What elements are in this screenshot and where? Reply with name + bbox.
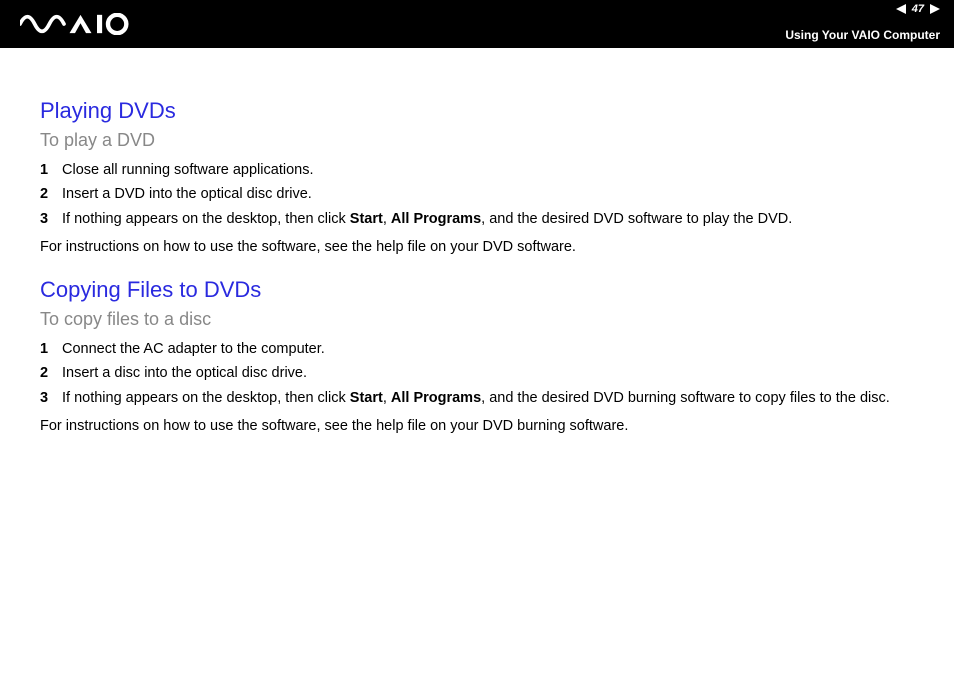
step-number: 2: [40, 362, 62, 384]
step-item: 2 Insert a DVD into the optical disc dri…: [40, 183, 914, 205]
step-number: 1: [40, 338, 62, 360]
prev-page-arrow-icon[interactable]: [896, 4, 906, 14]
vaio-logo: [20, 13, 130, 35]
step-item: 2 Insert a disc into the optical disc dr…: [40, 362, 914, 384]
step-number: 3: [40, 208, 62, 230]
step-text: Insert a DVD into the optical disc drive…: [62, 183, 914, 205]
page-nav: 47: [896, 3, 940, 15]
section-title: Playing DVDs: [40, 98, 914, 124]
step-item: 3 If nothing appears on the desktop, the…: [40, 387, 914, 409]
section-note: For instructions on how to use the softw…: [40, 415, 914, 437]
step-number: 1: [40, 159, 62, 181]
page-content: Playing DVDs To play a DVD 1 Close all r…: [0, 48, 954, 438]
header-bar: 47 Using Your VAIO Computer: [0, 0, 954, 48]
section-subtitle: To copy files to a disc: [40, 309, 914, 330]
step-text: Close all running software applications.: [62, 159, 914, 181]
section-note: For instructions on how to use the softw…: [40, 236, 914, 258]
header-subtitle: Using Your VAIO Computer: [785, 28, 940, 42]
step-number: 3: [40, 387, 62, 409]
step-text: Insert a disc into the optical disc driv…: [62, 362, 914, 384]
step-text: If nothing appears on the desktop, then …: [62, 387, 914, 409]
section-title: Copying Files to DVDs: [40, 277, 914, 303]
section-subtitle: To play a DVD: [40, 130, 914, 151]
page-number: 47: [910, 3, 926, 15]
step-item: 1 Connect the AC adapter to the computer…: [40, 338, 914, 360]
step-list: 1 Connect the AC adapter to the computer…: [40, 338, 914, 409]
step-item: 1 Close all running software application…: [40, 159, 914, 181]
step-list: 1 Close all running software application…: [40, 159, 914, 230]
step-text: If nothing appears on the desktop, then …: [62, 208, 914, 230]
next-page-arrow-icon[interactable]: [930, 4, 940, 14]
step-number: 2: [40, 183, 62, 205]
step-text: Connect the AC adapter to the computer.: [62, 338, 914, 360]
step-item: 3 If nothing appears on the desktop, the…: [40, 208, 914, 230]
